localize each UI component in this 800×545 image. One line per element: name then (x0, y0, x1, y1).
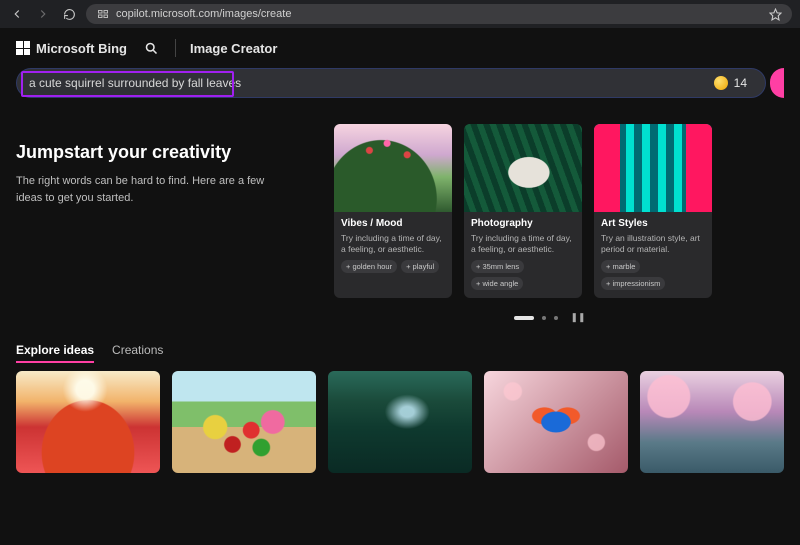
url-text: copilot.microsoft.com/images/create (116, 8, 291, 20)
card-photography[interactable]: Photography Try including a time of day,… (464, 124, 582, 298)
carousel-dot[interactable] (542, 316, 546, 320)
card-desc: Try including a time of day, a feeling, … (341, 233, 445, 254)
chip[interactable]: + impressionism (601, 277, 665, 290)
tab-creations[interactable]: Creations (112, 343, 163, 363)
card-thumb (464, 124, 582, 212)
browser-chrome: copilot.microsoft.com/images/create (0, 0, 800, 28)
brand-logo[interactable]: Microsoft Bing (16, 41, 127, 56)
create-button[interactable] (770, 68, 784, 98)
carousel-page-active[interactable] (514, 316, 534, 320)
chip[interactable]: + playful (401, 260, 439, 273)
card-desc: Try including a time of day, a feeling, … (471, 233, 575, 254)
suggestion-cards: Vibes / Mood Try including a time of day… (334, 124, 712, 298)
header-divider (175, 39, 176, 57)
gallery-tile[interactable] (484, 371, 628, 473)
reload-button[interactable] (60, 5, 78, 23)
hero-section: Jumpstart your creativity The right word… (0, 110, 800, 306)
card-title: Vibes / Mood (341, 218, 445, 229)
gallery-tile[interactable] (172, 371, 316, 473)
microsoft-icon (16, 41, 30, 55)
search-icon[interactable] (141, 38, 161, 58)
card-title: Photography (471, 218, 575, 229)
prompt-row: 14 (0, 68, 800, 110)
card-thumb (594, 124, 712, 212)
gallery-tile[interactable] (640, 371, 784, 473)
chip[interactable]: + marble (601, 260, 640, 273)
gallery-tile[interactable] (328, 371, 472, 473)
tab-explore-ideas[interactable]: Explore ideas (16, 343, 94, 363)
chip[interactable]: + wide angle (471, 277, 523, 290)
forward-button[interactable] (34, 5, 52, 23)
card-vibes[interactable]: Vibes / Mood Try including a time of day… (334, 124, 452, 298)
boost-count: 14 (734, 76, 747, 90)
pause-icon[interactable]: ❚❚ (570, 312, 585, 323)
card-art-styles[interactable]: Art Styles Try an illustration style, ar… (594, 124, 712, 298)
hero-title: Jumpstart your creativity (16, 142, 316, 163)
address-bar[interactable]: copilot.microsoft.com/images/create (86, 4, 792, 24)
explore-gallery (0, 371, 800, 489)
card-thumb (334, 124, 452, 212)
coin-icon (714, 76, 728, 90)
carousel-dot[interactable] (554, 316, 558, 320)
card-title: Art Styles (601, 218, 705, 229)
app-title: Image Creator (190, 41, 277, 56)
chip[interactable]: + 35mm lens (471, 260, 524, 273)
content-tabs: Explore ideas Creations (0, 325, 800, 371)
bookmark-icon[interactable] (769, 8, 782, 21)
card-desc: Try an illustration style, art period or… (601, 233, 705, 254)
back-button[interactable] (8, 5, 26, 23)
brand-text: Microsoft Bing (36, 41, 127, 56)
prompt-box[interactable]: 14 (16, 68, 766, 98)
app-header: Microsoft Bing Image Creator (0, 28, 800, 68)
chip[interactable]: + golden hour (341, 260, 397, 273)
carousel-controls: ❚❚ (0, 312, 800, 323)
gallery-tile[interactable] (16, 371, 160, 473)
hero-text: Jumpstart your creativity The right word… (16, 124, 316, 298)
hero-subtitle: The right words can be hard to find. Her… (16, 173, 276, 206)
prompt-input[interactable] (29, 76, 714, 90)
site-settings-icon[interactable] (96, 7, 110, 21)
boost-counter[interactable]: 14 (714, 76, 747, 90)
